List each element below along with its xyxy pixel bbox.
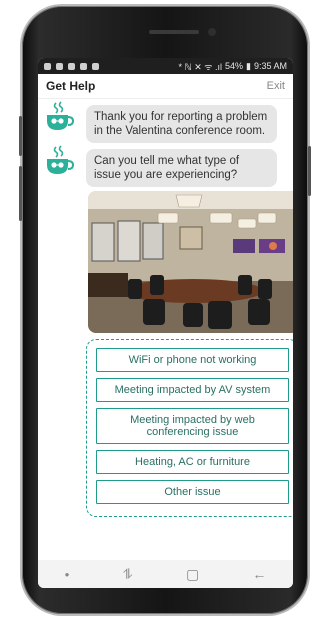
bot-message: Can you tell me what type of issue you a… [44,145,287,187]
option-web-conferencing[interactable]: Meeting impacted by web conferencing iss… [96,408,289,444]
exit-button[interactable]: Exit [267,80,285,92]
option-wifi-phone[interactable]: WiFi or phone not working [96,348,289,372]
coffee-cup-icon [47,145,74,174]
navigation-bar: ● ⥮ ▢ ← [38,560,293,588]
page-title: Get Help [46,79,96,93]
battery-level: 54% [225,61,244,71]
coffee-cup-icon [47,101,74,130]
recent-apps-icon[interactable]: ⥮ [123,566,133,583]
conference-room-photo [88,191,293,333]
option-other-issue[interactable]: Other issue [96,480,289,504]
notification-icon [80,62,87,70]
app-bar: Get Help Exit [38,74,293,99]
chat-thread: Thank you for reporting a problem in the… [38,99,293,521]
volume-up-button [19,116,22,156]
status-indicators: * ℕ ✕ ᯤ .ıl [178,61,222,72]
front-camera [208,28,216,36]
back-icon[interactable]: ← [252,566,266,582]
message-bubble: Can you tell me what type of issue you a… [86,149,277,187]
status-bar: * ℕ ✕ ᯤ .ıl 54% ▮ 9:35 AM [38,58,293,74]
clock: 9:35 AM [253,61,287,71]
conference-room-illustration [88,191,293,333]
message-bubble: Thank you for reporting a problem in the… [86,105,277,143]
notification-icon [68,62,75,70]
bot-message: Thank you for reporting a problem in the… [44,101,287,143]
notification-icons [44,62,99,70]
menu-dot-icon: ● [64,569,70,579]
option-av-system[interactable]: Meeting impacted by AV system [96,378,289,402]
home-icon[interactable]: ▢ [186,566,199,583]
notification-icon [44,62,51,70]
battery-icon: ▮ [246,60,251,71]
earpiece [149,30,199,34]
phone-frame: * ℕ ✕ ᯤ .ıl 54% ▮ 9:35 AM Get Help Exit [19,6,311,614]
power-button [308,146,311,196]
screen: * ℕ ✕ ᯤ .ıl 54% ▮ 9:35 AM Get Help Exit [38,58,293,588]
volume-down-button [19,166,22,221]
option-group: WiFi or phone not working Meeting impact… [86,339,293,517]
option-heating-ac-furniture[interactable]: Heating, AC or furniture [96,450,289,474]
notification-icon [56,62,63,70]
notification-icon [92,62,99,70]
